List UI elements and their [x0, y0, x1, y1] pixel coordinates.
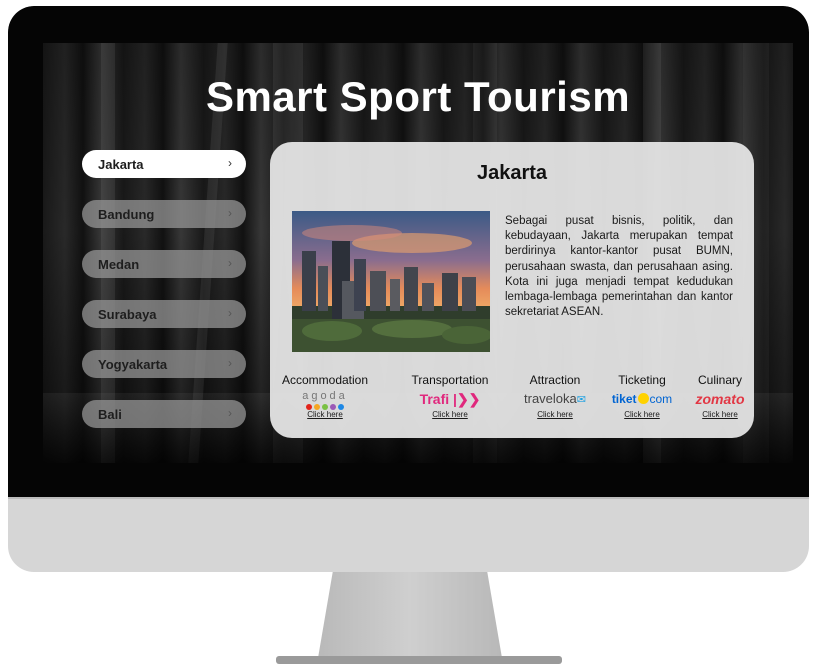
sidebar-item-label: Jakarta	[98, 156, 144, 172]
monitor-stand-base	[276, 656, 562, 664]
chevron-right-icon: ›	[228, 156, 232, 170]
sidebar-item-yogyakarta[interactable]: Yogyakarta ›	[82, 350, 246, 378]
sidebar-item-surabaya[interactable]: Surabaya ›	[82, 300, 246, 328]
sidebar-item-medan[interactable]: Medan ›	[82, 250, 246, 278]
city-photo	[292, 211, 490, 352]
category-culinary: Culinary zomato Click here	[665, 373, 775, 419]
chevron-right-icon: ›	[228, 356, 232, 370]
city-title: Jakarta	[476, 162, 548, 184]
zomato-logo: zomato	[695, 391, 745, 407]
sidebar-item-bandung[interactable]: Bandung ›	[82, 200, 246, 228]
chevron-right-icon: ›	[228, 306, 232, 320]
sidebar-item-label: Bali	[98, 406, 122, 422]
sidebar-item-label: Yogyakarta	[98, 356, 168, 372]
jakarta-skyline-image	[292, 211, 490, 352]
screen: Smart Sport Tourism Jakarta › Bandung › …	[43, 43, 793, 463]
transportation-link[interactable]: Click here	[395, 410, 505, 419]
chevron-right-icon: ›	[228, 206, 232, 220]
sidebar-item-bali[interactable]: Bali ›	[82, 400, 246, 428]
category-label: Culinary	[697, 373, 742, 387]
sidebar-item-label: Bandung	[98, 206, 155, 222]
sidebar-item-jakarta[interactable]: Jakarta ›	[82, 150, 246, 178]
monitor-stand-neck	[318, 572, 502, 658]
page-title: Smart Sport Tourism	[205, 73, 631, 120]
sidebar-item-label: Medan	[98, 256, 140, 272]
category-label: Accommodation	[281, 373, 369, 387]
city-sidebar: Jakarta › Bandung › Medan › Surabaya › Y…	[82, 150, 246, 450]
accommodation-link[interactable]: Click here	[270, 410, 380, 419]
category-accommodation: Accommodation agoda Click here	[270, 373, 380, 419]
culinary-link[interactable]: Click here	[665, 410, 775, 419]
chevron-right-icon: ›	[228, 256, 232, 270]
monitor-chin-line	[8, 497, 809, 499]
city-description: Sebagai pusat bisnis, politik, dan kebud…	[505, 215, 733, 319]
chevron-right-icon: ›	[228, 406, 232, 420]
agoda-logo: agoda	[270, 391, 380, 410]
trafi-logo: Trafi |❯❯	[419, 391, 481, 407]
category-transportation: Transportation Trafi |❯❯ Click here	[395, 373, 505, 419]
sidebar-item-label: Surabaya	[98, 306, 157, 322]
category-label: Transportation	[411, 373, 489, 387]
